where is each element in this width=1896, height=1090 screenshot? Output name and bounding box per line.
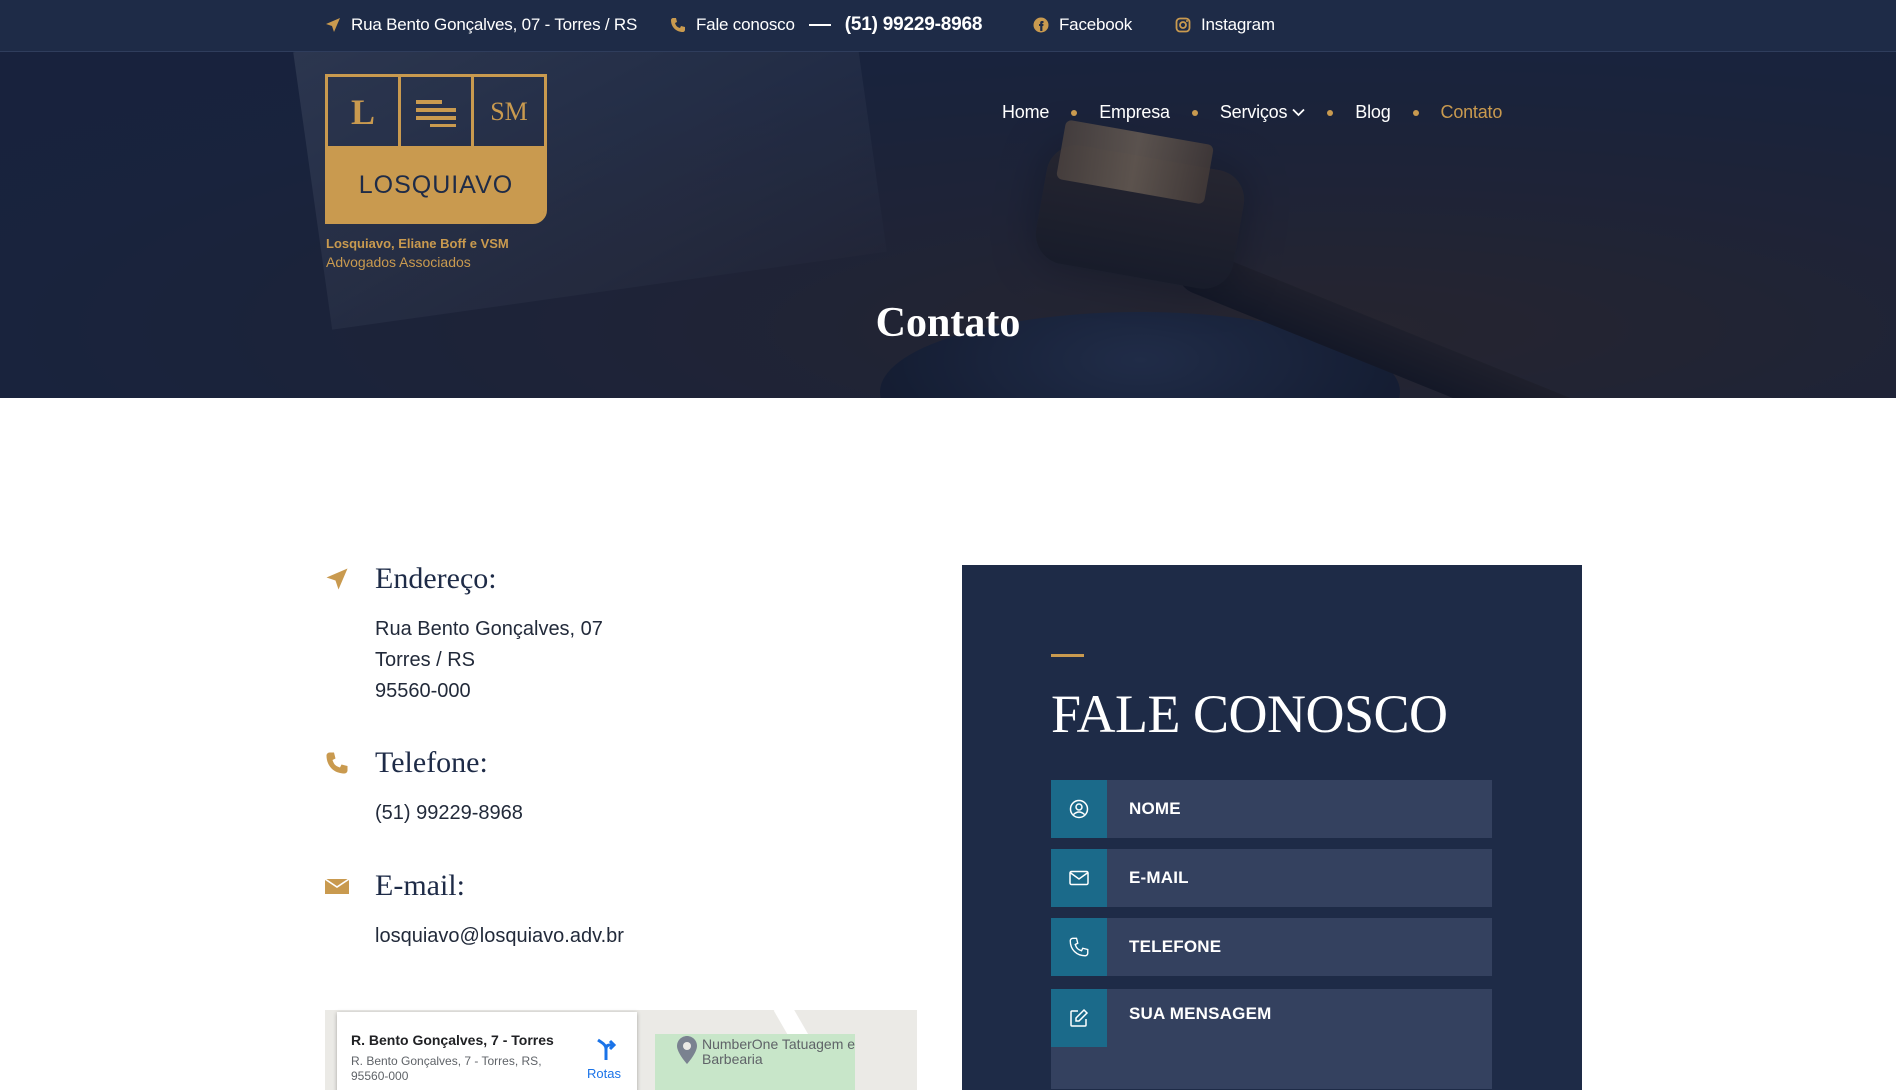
nav-item-servicos-label: Serviços [1219,102,1288,122]
facebook-link[interactable]: Facebook [1033,0,1132,50]
logo-lines-icon [401,77,474,146]
topbar-phone[interactable]: Fale conosco (51) 99229-8968 [670,0,982,50]
phone-number[interactable]: (51) 99229-8968 [375,798,523,829]
directions-icon[interactable] [595,1036,617,1060]
nav-item-contato[interactable]: Contato [1441,102,1503,123]
user-icon [1051,780,1107,838]
topbar-address: Rua Bento Gonçalves, 07 - Torres / RS [325,0,637,50]
form-title: FALE CONOSCO [1051,684,1448,744]
message-placeholder: SUA MENSAGEM [1129,1004,1272,1023]
envelope-icon [1051,849,1107,907]
nav-item-blog[interactable]: Blog [1355,102,1390,123]
map-road [325,1000,917,1010]
address-city: Torres / RS [375,649,476,671]
instagram-link[interactable]: Instagram [1175,0,1275,50]
instagram-label: Instagram [1201,15,1275,34]
map-place-title: R. Bento Gonçalves, 7 - Torres [351,1032,554,1048]
logo-monogram-row: L SM [328,77,544,149]
logo-letter-l: L [328,77,401,146]
site-logo[interactable]: L SM LOSQUIAVO [325,74,547,224]
nav-item-home[interactable]: Home [1002,102,1049,123]
message-field[interactable]: SUA MENSAGEM [1051,989,1492,1089]
email-label: E-mail: [375,869,465,902]
map-poi-label[interactable]: NumberOne Tatuagem e Barbearia [702,1037,862,1067]
embedded-map[interactable]: R. Bento Gonçalves, 7 - Torres R. Bento … [325,1000,917,1090]
logo-name: LOSQUIAVO [328,149,544,221]
address-label: Endereço: [375,562,497,595]
phone-lines: (51) 99229-8968 [375,798,523,829]
address-zip: 95560-000 [375,680,471,702]
email-address[interactable]: losquiavo@losquiavo.adv.br [375,921,624,952]
map-place-card: R. Bento Gonçalves, 7 - Torres R. Bento … [337,1012,637,1090]
location-arrow-icon [326,18,340,32]
phone-field[interactable]: TELEFONE [1051,918,1492,976]
directions-link[interactable]: Rotas [587,1066,621,1081]
logo-subtitle-associates: Advogados Associados [326,254,471,270]
nav-separator-dot [1412,109,1419,116]
nav-item-empresa[interactable]: Empresa [1099,102,1170,123]
address-lines: Rua Bento Gonçalves, 07 Torres / RS 9556… [375,614,603,707]
email-block: E-mail: losquiavo@losquiavo.adv.br [325,869,624,952]
location-arrow-icon [325,567,375,591]
facebook-icon [1033,17,1049,33]
nav-separator-dot [1327,109,1334,116]
chevron-down-icon [1292,108,1305,117]
email-placeholder: E-MAIL [1129,868,1189,887]
envelope-icon [325,876,375,896]
contact-form-card: FALE CONOSCO NOME E-MAIL TELEFONE SUA ME… [962,565,1582,1090]
map-place-address: R. Bento Gonçalves, 7 - Torres, RS, 9556… [351,1054,542,1083]
phone-icon [671,18,685,32]
phone-icon [1051,918,1107,976]
nav-separator-dot [1071,109,1078,116]
phone-placeholder: TELEFONE [1129,937,1222,956]
topbar-phone-number[interactable]: (51) 99229-8968 [845,14,983,36]
name-placeholder: NOME [1129,799,1181,818]
email-field[interactable]: E-MAIL [1051,849,1492,907]
logo-subtitle-firms: Losquiavo, Eliane Boff e VSM [326,236,509,251]
instagram-icon [1175,17,1191,33]
nav-separator-dot [1191,109,1198,116]
address-street: Rua Bento Gonçalves, 07 [375,618,603,640]
topbar-address-text: Rua Bento Gonçalves, 07 - Torres / RS [351,15,638,34]
topbar-contact-label: Fale conosco [696,15,795,34]
edit-icon [1051,989,1107,1047]
email-lines: losquiavo@losquiavo.adv.br [375,921,624,952]
phone-icon [325,751,375,775]
logo-letters-ms: SM [490,96,528,126]
phone-label: Telefone: [375,746,488,779]
divider [808,24,831,26]
top-bar: Rua Bento Gonçalves, 07 - Torres / RS Fa… [0,0,1896,52]
page-title: Contato [875,300,1021,346]
address-block: Endereço: Rua Bento Gonçalves, 07 Torres… [325,562,603,707]
main-nav: Home Empresa Serviços Blog Contato [1002,102,1502,123]
map-pin-icon [677,1036,697,1064]
facebook-label: Facebook [1059,15,1133,34]
title-accent-line [1051,654,1084,657]
phone-block: Telefone: (51) 99229-8968 [325,746,523,829]
nav-item-servicos[interactable]: Serviços [1220,102,1305,123]
name-field[interactable]: NOME [1051,780,1492,838]
